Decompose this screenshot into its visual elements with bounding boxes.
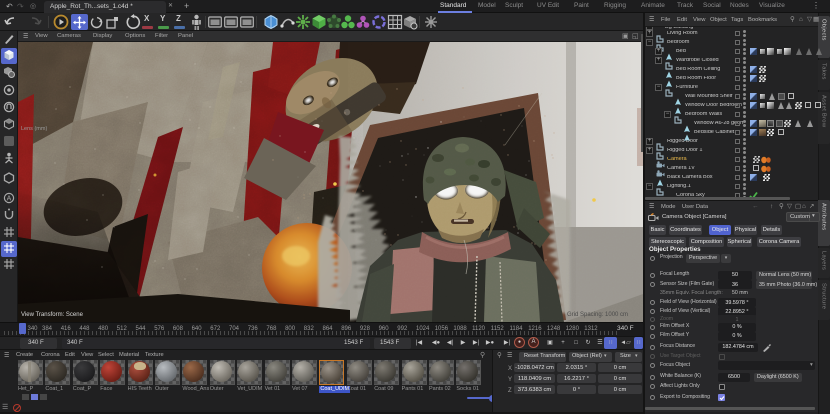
svg-text:A: A [7, 196, 12, 203]
